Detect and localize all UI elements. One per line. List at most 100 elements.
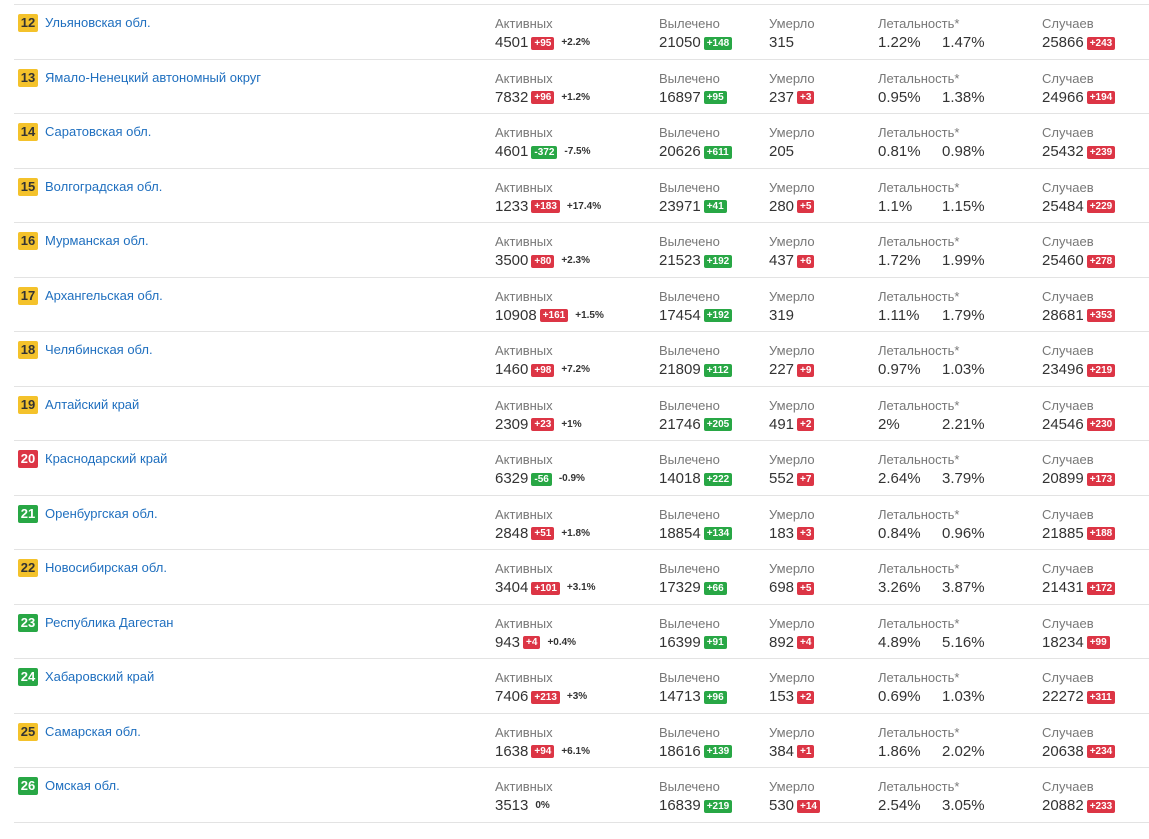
region-link[interactable]: Челябинская обл. <box>45 342 153 357</box>
recovered-label: Вылечено <box>659 779 720 794</box>
cases-label: Случаев <box>1042 16 1094 31</box>
region-link[interactable]: Мурманская обл. <box>45 233 149 248</box>
active-delta-badge: +94 <box>531 745 555 758</box>
lethality-label: Летальность* <box>878 397 960 413</box>
recovered-delta-badge: +148 <box>703 36 733 50</box>
died-label: Умерло <box>769 343 815 358</box>
active-label: Активных <box>495 70 553 86</box>
active-percent: +7.2% <box>561 364 590 375</box>
cases-delta-badge: +239 <box>1086 145 1116 159</box>
region-link[interactable]: Ульяновская обл. <box>45 15 151 30</box>
recovered-delta-badge: +192 <box>703 309 733 322</box>
active-percent: +6.1% <box>561 745 590 757</box>
cases-delta-badge: +219 <box>1086 363 1116 377</box>
recovered-value: 14713 <box>659 688 701 705</box>
cases-column: Случаев 21431 +172 <box>1042 561 1116 597</box>
died-delta-badge: +1 <box>797 745 815 758</box>
active-column: Активных 4601 -372 -7.5% <box>495 125 591 161</box>
died-label: Умерло <box>769 70 815 86</box>
active-column: Активных 7406 +213 +3% <box>495 670 587 706</box>
active-column: Активных 2848 +51 +1.8% <box>495 507 590 543</box>
lethality-column: Летальность* 1.86% 2.02% <box>878 725 985 761</box>
cases-column: Случаев 20882 +233 <box>1042 779 1116 815</box>
active-label: Активных <box>495 724 553 740</box>
died-column: Умерло 552 +7 <box>769 452 815 488</box>
lethality-value-1: 1.11% <box>878 306 920 324</box>
cases-column: Случаев 21885 +188 <box>1042 507 1116 543</box>
rank-badge: 13 <box>18 68 38 87</box>
died-value: 698 <box>769 579 795 596</box>
region-link[interactable]: Саратовская обл. <box>45 124 151 139</box>
cases-label: Случаев <box>1042 615 1094 631</box>
rank-badge: 23 <box>18 613 38 632</box>
active-value: 4601 <box>495 143 529 160</box>
region-link[interactable]: Оренбургская обл. <box>45 506 158 521</box>
lethality-value-2: 3.79% <box>942 470 985 487</box>
rank-badge: 15 <box>18 177 38 196</box>
recovered-value: 21809 <box>659 361 701 378</box>
died-value: 892 <box>769 633 795 651</box>
cases-label: Случаев <box>1042 670 1094 685</box>
region-link[interactable]: Хабаровский край <box>45 669 154 684</box>
region-link[interactable]: Алтайский край <box>45 397 139 412</box>
region-link[interactable]: Новосибирская обл. <box>45 560 167 575</box>
cases-value: 20638 <box>1042 742 1084 760</box>
died-value: 319 <box>769 306 795 324</box>
lethality-value-1: 2.64% <box>878 470 921 487</box>
died-label: Умерло <box>769 506 815 522</box>
rank-badge: 12 <box>18 14 38 32</box>
lethality-label: Летальность* <box>878 70 960 86</box>
cases-label: Случаев <box>1042 561 1094 576</box>
region-link[interactable]: Краснодарский край <box>45 451 167 466</box>
recovered-column: Вылечено 20626 +611 <box>659 125 732 161</box>
region-link[interactable]: Республика Дагестан <box>45 615 173 630</box>
cases-label: Случаев <box>1042 779 1094 794</box>
active-column: Активных 3500 +80 +2.3% <box>495 234 590 270</box>
region-link[interactable]: Ямало-Ненецкий автономный округ <box>45 70 261 85</box>
lethality-value-2: 5.16% <box>942 633 985 651</box>
died-column: Умерло 227 +9 <box>769 343 815 379</box>
active-label: Активных <box>495 561 553 576</box>
cases-column: Случаев 25484 +229 <box>1042 180 1116 216</box>
active-delta-badge: +51 <box>531 527 555 540</box>
active-delta-badge: +4 <box>523 636 541 649</box>
died-delta-badge: +7 <box>797 472 815 486</box>
recovered-column: Вылечено 18854 +134 <box>659 506 733 543</box>
died-value: 205 <box>769 143 795 160</box>
region-link[interactable]: Архангельская обл. <box>45 288 163 303</box>
active-value: 2848 <box>495 524 529 542</box>
active-delta-badge: +95 <box>531 36 555 50</box>
cases-label: Случаев <box>1042 724 1094 740</box>
cases-value: 25484 <box>1042 197 1084 215</box>
died-delta-badge: +9 <box>797 363 815 377</box>
recovered-delta-badge: +96 <box>703 690 727 704</box>
rank-badge: 20 <box>18 450 38 468</box>
active-delta-badge: +183 <box>531 200 560 213</box>
table-row: 15 Волгоградская обл. Активных 1233 +183… <box>14 169 1149 223</box>
recovered-value: 21523 <box>659 252 701 269</box>
died-label: Умерло <box>769 561 815 576</box>
lethality-column: Летальность* 4.89% 5.16% <box>878 615 985 652</box>
cases-delta-badge: +233 <box>1086 799 1116 813</box>
recovered-label: Вылечено <box>659 506 720 522</box>
region-link[interactable]: Омская обл. <box>45 778 120 793</box>
recovered-label: Вылечено <box>659 670 720 685</box>
recovered-value: 21746 <box>659 415 701 433</box>
lethality-label: Летальность* <box>878 615 960 631</box>
active-percent: +1.5% <box>575 309 604 321</box>
cases-value: 24546 <box>1042 415 1084 433</box>
lethality-value-1: 1.22% <box>878 34 921 51</box>
active-percent: -0.9% <box>558 473 585 484</box>
region-link[interactable]: Самарская обл. <box>45 724 141 739</box>
cases-value: 21885 <box>1042 524 1084 542</box>
recovered-value: 14018 <box>659 470 701 487</box>
lethality-label: Летальность* <box>878 779 960 794</box>
cases-value: 25432 <box>1042 143 1084 160</box>
recovered-value: 21050 <box>659 34 701 51</box>
active-column: Активных 3513 0% <box>495 779 553 815</box>
cases-delta-badge: +353 <box>1086 309 1116 322</box>
lethality-value-1: 1.72% <box>878 252 921 269</box>
region-link[interactable]: Волгоградская обл. <box>45 179 162 194</box>
active-value: 3500 <box>495 252 529 269</box>
cases-delta-badge: +311 <box>1086 690 1115 704</box>
